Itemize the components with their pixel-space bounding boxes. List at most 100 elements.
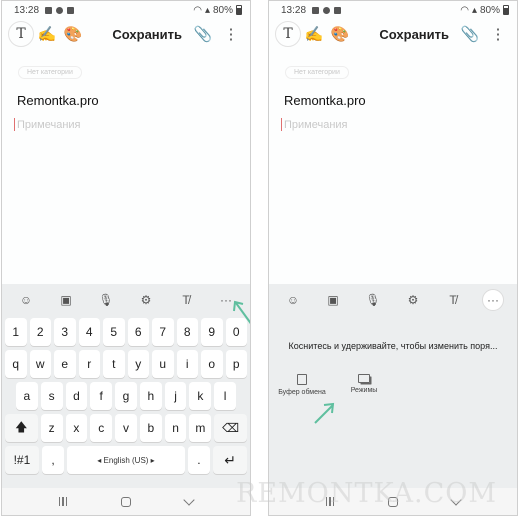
palette-icon[interactable]: 🎨: [60, 21, 86, 47]
text-format-icon[interactable]: T: [275, 21, 301, 47]
key[interactable]: d: [65, 382, 88, 410]
text-cursor: [14, 118, 15, 131]
image-icon: [312, 6, 320, 14]
home-icon[interactable]: [121, 496, 132, 507]
key[interactable]: o: [201, 350, 223, 378]
key[interactable]: 7: [152, 318, 174, 346]
key[interactable]: b: [139, 414, 162, 442]
note-title[interactable]: Remontka.pro: [17, 93, 99, 108]
note-title[interactable]: Remontka.pro: [284, 93, 366, 108]
battery-icon: [236, 5, 242, 15]
bottom-row: !#1 , ◂ English (US) ▸ . ↵: [5, 446, 247, 474]
enter-key[interactable]: ↵: [213, 446, 247, 474]
home-icon[interactable]: [388, 496, 399, 507]
key[interactable]: 3: [54, 318, 76, 346]
back-icon[interactable]: [450, 493, 462, 506]
modes-item[interactable]: Режимы: [339, 374, 389, 394]
text-edit-icon[interactable]: T̸: [175, 289, 197, 311]
key[interactable]: m: [189, 414, 212, 442]
key[interactable]: x: [65, 414, 88, 442]
key[interactable]: 9: [201, 318, 223, 346]
modes-icon: [358, 374, 370, 383]
notification-icons: [312, 6, 342, 14]
period-key[interactable]: .: [187, 446, 211, 474]
category-chip[interactable]: Нет категории: [285, 66, 349, 79]
recents-icon[interactable]: [325, 497, 335, 506]
note-toolbar: T ✍ 🎨 Сохранить 📎 ⋮: [2, 19, 250, 49]
key[interactable]: z: [40, 414, 63, 442]
clipboard-label: Буфер обмена: [278, 389, 326, 396]
clipboard-item[interactable]: Буфер обмена: [277, 374, 327, 396]
key[interactable]: j: [164, 382, 187, 410]
key[interactable]: f: [90, 382, 113, 410]
key[interactable]: i: [176, 350, 198, 378]
comma-key[interactable]: ,: [41, 446, 65, 474]
key[interactable]: h: [139, 382, 162, 410]
attach-icon[interactable]: 📎: [190, 21, 216, 47]
recents-icon[interactable]: [58, 497, 68, 506]
system-icons: ◠ ▴ 80%: [193, 5, 242, 16]
save-button[interactable]: Сохранить: [371, 27, 457, 42]
key[interactable]: u: [152, 350, 174, 378]
text-format-icon[interactable]: T: [8, 21, 34, 47]
key[interactable]: a: [15, 382, 38, 410]
key[interactable]: 5: [103, 318, 125, 346]
backspace-key[interactable]: ⌫: [214, 414, 247, 442]
keyboard-toolbar: ☺ ▣ 🎙 ⚙ T̸ ···: [2, 284, 250, 316]
more-vert-icon[interactable]: ⋮: [218, 21, 244, 47]
key[interactable]: l: [214, 382, 237, 410]
more-horiz-icon[interactable]: ···: [482, 289, 504, 311]
attach-icon[interactable]: 📎: [457, 21, 483, 47]
category-chip[interactable]: Нет категории: [18, 66, 82, 79]
letter-row-2: a s d f g h j k l: [5, 382, 247, 410]
pen-icon[interactable]: ✍: [34, 21, 60, 47]
note-body-placeholder: Примечания: [284, 118, 348, 131]
key[interactable]: 8: [176, 318, 198, 346]
settings-icon[interactable]: ⚙: [402, 289, 424, 311]
pointer-arrow: [233, 300, 250, 324]
clipboard-icon: [297, 374, 307, 385]
key[interactable]: w: [29, 350, 51, 378]
shift-key[interactable]: 🡅: [5, 414, 38, 442]
mic-icon[interactable]: 🎙: [362, 289, 384, 311]
palette-icon[interactable]: 🎨: [327, 21, 353, 47]
number-row: 1 2 3 4 5 6 7 8 9 0: [5, 318, 247, 346]
save-button[interactable]: Сохранить: [104, 27, 190, 42]
space-key[interactable]: ◂ English (US) ▸: [67, 446, 185, 474]
key[interactable]: y: [127, 350, 149, 378]
key[interactable]: 6: [127, 318, 149, 346]
key[interactable]: v: [115, 414, 137, 442]
sticker-icon[interactable]: ▣: [322, 289, 344, 311]
pen-icon[interactable]: ✍: [301, 21, 327, 47]
settings-icon[interactable]: ⚙: [135, 289, 157, 311]
key[interactable]: t: [103, 350, 125, 378]
keyboard: ☺ ▣ 🎙 ⚙ T̸ ··· 1 2 3 4 5 6 7 8 9 0 q w e…: [2, 284, 250, 490]
key[interactable]: c: [90, 414, 113, 442]
key[interactable]: n: [164, 414, 187, 442]
text-cursor: [281, 118, 282, 131]
more-vert-icon[interactable]: ⋮: [485, 21, 511, 47]
sticker-icon[interactable]: ▣: [55, 289, 77, 311]
mic-icon[interactable]: 🎙: [95, 289, 117, 311]
screenshot-comparison: 13:28 ◠ ▴ 80% T ✍ 🎨 Сохранить 📎 ⋮ Нет ка…: [0, 0, 520, 516]
note-body-input[interactable]: Примечания: [281, 118, 348, 131]
note-body-input[interactable]: Примечания: [14, 118, 81, 131]
symbols-key[interactable]: !#1: [5, 446, 39, 474]
key[interactable]: k: [189, 382, 212, 410]
emoji-icon[interactable]: ☺: [15, 289, 37, 311]
key[interactable]: 1: [5, 318, 27, 346]
key[interactable]: s: [40, 382, 63, 410]
key[interactable]: r: [78, 350, 100, 378]
key[interactable]: 4: [78, 318, 100, 346]
key[interactable]: 2: [29, 318, 51, 346]
back-icon[interactable]: [183, 493, 195, 506]
key[interactable]: e: [54, 350, 76, 378]
key[interactable]: g: [115, 382, 137, 410]
key[interactable]: q: [5, 350, 27, 378]
emoji-icon[interactable]: ☺: [282, 289, 304, 311]
status-bar: 13:28 ◠ ▴ 80%: [269, 1, 517, 19]
battery-percent: 80%: [212, 4, 233, 16]
note-toolbar: T ✍ 🎨 Сохранить 📎 ⋮: [269, 19, 517, 49]
key[interactable]: p: [225, 350, 247, 378]
text-edit-icon[interactable]: T̸: [442, 289, 464, 311]
